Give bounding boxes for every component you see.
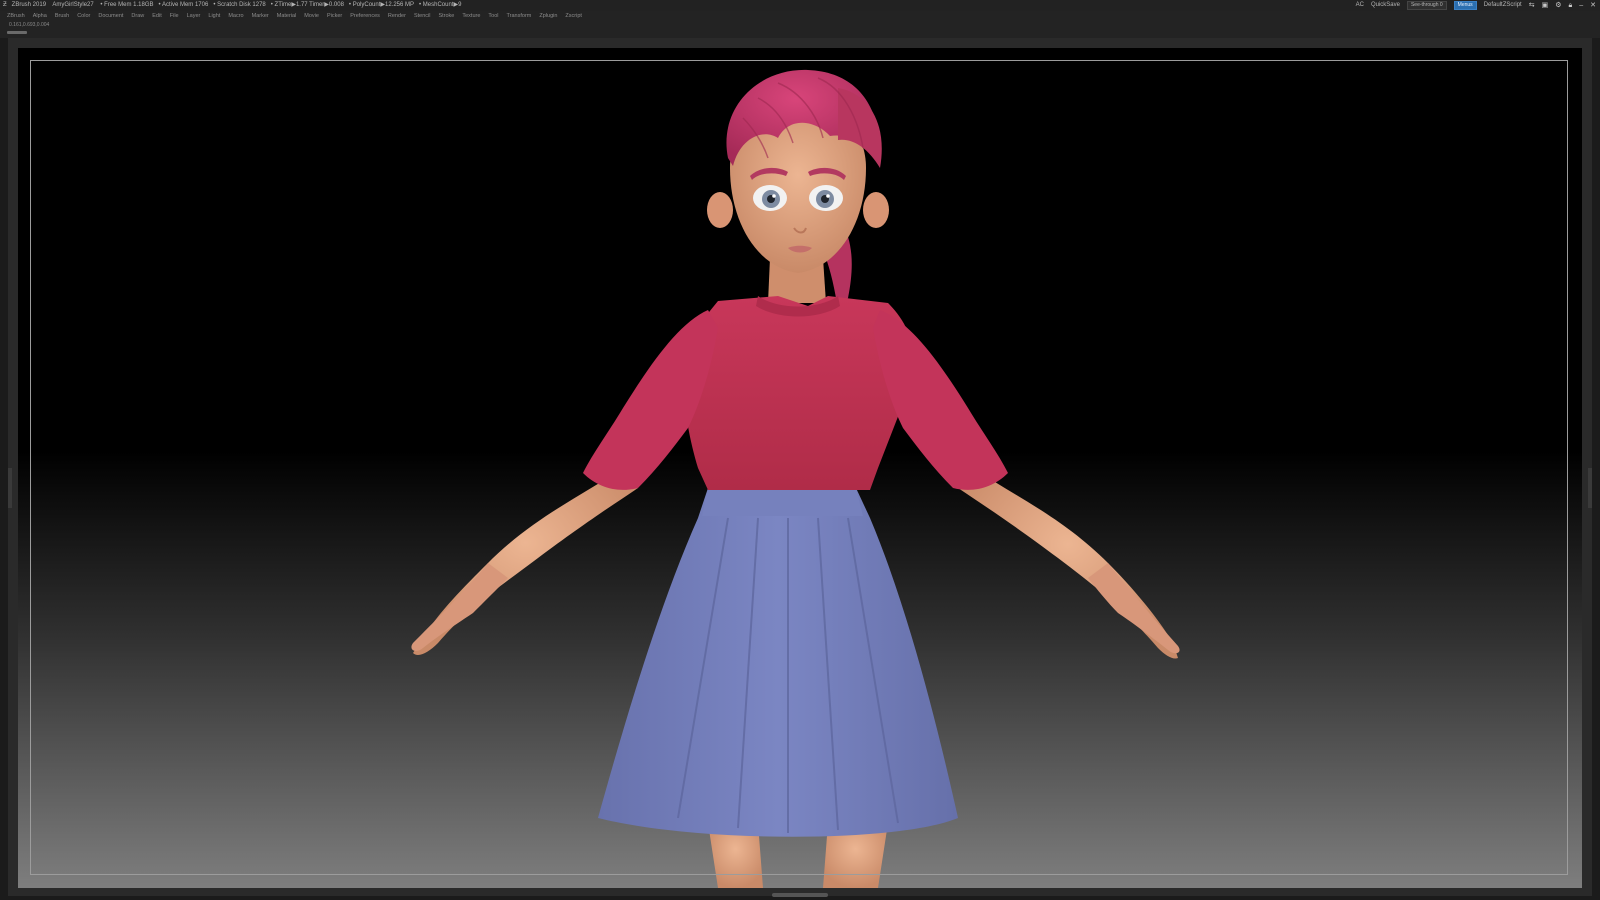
menu-layer[interactable]: Layer xyxy=(187,11,201,21)
left-ear xyxy=(707,192,733,228)
stat-meshcount: • MeshCount▶9 xyxy=(419,2,462,8)
see-through-slider[interactable]: See-through 0 xyxy=(1406,1,1447,10)
zbrush-logo-icon: Ƶ xyxy=(3,2,7,8)
menu-bar: ZBrush Alpha Brush Color Document Draw Edit Fil… xyxy=(0,11,1600,21)
settings-icon[interactable]: ⚙ xyxy=(1555,0,1561,11)
menu-stroke[interactable]: Stroke xyxy=(438,11,454,21)
default-zscript-button[interactable]: DefaultZScript xyxy=(1484,0,1522,11)
right-hand xyxy=(1088,563,1180,654)
ac-button[interactable]: AC xyxy=(1356,0,1364,11)
menu-brush[interactable]: Brush xyxy=(55,11,69,21)
left-panel-handle[interactable] xyxy=(8,468,12,508)
menu-movie[interactable]: Movie xyxy=(304,11,319,21)
character-model[interactable] xyxy=(18,48,1582,888)
left-hand xyxy=(411,563,508,651)
file-name: AmyGirlStyle27 xyxy=(52,2,94,8)
stat-scratch-disk: • Scratch Disk 1278 xyxy=(213,2,266,8)
right-ear xyxy=(863,192,889,228)
close-icon[interactable]: ✕ xyxy=(1590,0,1596,11)
mini-slider[interactable] xyxy=(7,31,27,34)
menu-material[interactable]: Material xyxy=(277,11,297,21)
menu-edit[interactable]: Edit xyxy=(152,11,161,21)
app-name: ZBrush 2019 xyxy=(11,2,47,8)
menu-stencil[interactable]: Stencil xyxy=(414,11,431,21)
stat-polycount: • PolyCount▶12.256 MP xyxy=(348,2,415,8)
menu-draw[interactable]: Draw xyxy=(131,11,144,21)
canvas-frame xyxy=(8,38,1592,896)
coordinate-readout: 0.161,0.693,0.004 xyxy=(9,22,50,28)
menu-file[interactable]: File xyxy=(170,11,179,21)
skirt-waistband xyxy=(702,488,863,516)
lock-icon[interactable]: 🔒︎ xyxy=(1568,0,1572,11)
menu-macro[interactable]: Macro xyxy=(228,11,243,21)
viewport[interactable] xyxy=(18,48,1582,888)
menu-picker[interactable]: Picker xyxy=(327,11,342,21)
skirt xyxy=(598,488,958,837)
menu-zbrush[interactable]: ZBrush xyxy=(7,11,25,21)
menu-tool[interactable]: Tool xyxy=(488,11,498,21)
menu-light[interactable]: Light xyxy=(208,11,220,21)
window-icon[interactable]: ▣ xyxy=(1542,0,1549,11)
menu-document[interactable]: Document xyxy=(98,11,123,21)
menu-preferences[interactable]: Preferences xyxy=(350,11,380,21)
title-bar: Ƶ ZBrush 2019 AmyGirlStyle27 • Free Mem 1… xyxy=(0,0,1600,11)
stat-timer: • ZTime▶1.77 Timer▶0.008 xyxy=(270,2,344,8)
undo-icon[interactable]: ⇆ xyxy=(1529,0,1535,11)
menu-alpha[interactable]: Alpha xyxy=(33,11,47,21)
stat-free-mem: • Free Mem 1.18GB xyxy=(100,2,154,8)
menu-zscript[interactable]: Zscript xyxy=(565,11,582,21)
menu-transform[interactable]: Transform xyxy=(507,11,532,21)
menu-texture[interactable]: Texture xyxy=(462,11,480,21)
menu-marker[interactable]: Marker xyxy=(252,11,269,21)
menu-zplugin[interactable]: Zplugin xyxy=(539,11,557,21)
menu-render[interactable]: Render xyxy=(388,11,406,21)
menu-color[interactable]: Color xyxy=(77,11,90,21)
stat-active-mem: • Active Mem 1706 xyxy=(158,2,209,8)
menus-button[interactable]: Menus xyxy=(1453,1,1477,10)
quicksave-button[interactable]: QuickSave xyxy=(1371,0,1400,11)
right-sleeve xyxy=(873,310,1008,490)
minimize-icon[interactable]: – xyxy=(1579,0,1583,11)
bottom-panel-handle[interactable] xyxy=(772,893,828,897)
right-panel-handle[interactable] xyxy=(1588,468,1592,508)
info-bar: 0.161,0.693,0.004 xyxy=(0,21,1600,38)
